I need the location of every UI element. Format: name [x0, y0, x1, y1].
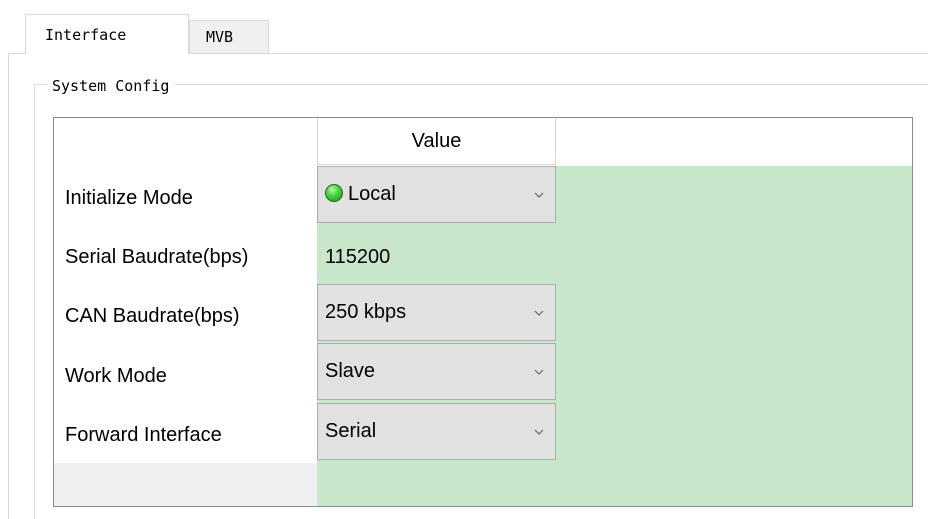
chevron-down-icon	[534, 429, 544, 435]
forward-interface-combo[interactable]: Serial	[317, 403, 556, 460]
serial-baudrate-value[interactable]: 115200	[325, 245, 390, 269]
tab-bar: Interface MVB	[8, 14, 928, 54]
tab-mvb[interactable]: MVB	[189, 20, 269, 53]
work-mode-combo[interactable]: Slave	[317, 343, 556, 400]
initialize-mode-value: Local	[325, 182, 396, 206]
initialize-mode-combo[interactable]: Local	[317, 166, 556, 223]
row-label-serial-baudrate: Serial Baudrate(bps)	[65, 246, 249, 268]
property-grid: Value Initialize Mode Serial Baudrate(bp…	[53, 117, 913, 507]
system-config-title: System Config	[47, 76, 176, 96]
chevron-down-icon	[534, 369, 544, 375]
row-label-forward-interface: Forward Interface	[65, 424, 222, 446]
chevron-down-icon	[534, 192, 544, 198]
tab-interface[interactable]: Interface	[25, 14, 189, 54]
row-label-initialize-mode: Initialize Mode	[65, 187, 193, 209]
forward-interface-value: Serial	[325, 420, 377, 442]
value-column-header[interactable]: Value	[317, 118, 556, 165]
green-led-icon	[325, 184, 343, 202]
can-baudrate-combo[interactable]: 250 kbps	[317, 284, 556, 341]
config-window: Interface MVB System Config Value Initia…	[0, 0, 928, 519]
empty-row-area	[54, 463, 317, 506]
can-baudrate-value: 250 kbps	[325, 301, 407, 323]
tab-page-border	[8, 54, 9, 519]
initialize-mode-text: Local	[348, 183, 396, 205]
work-mode-value: Slave	[325, 360, 376, 382]
chevron-down-icon	[534, 310, 544, 316]
row-label-can-baudrate: CAN Baudrate(bps)	[65, 305, 240, 327]
row-label-work-mode: Work Mode	[65, 365, 167, 387]
